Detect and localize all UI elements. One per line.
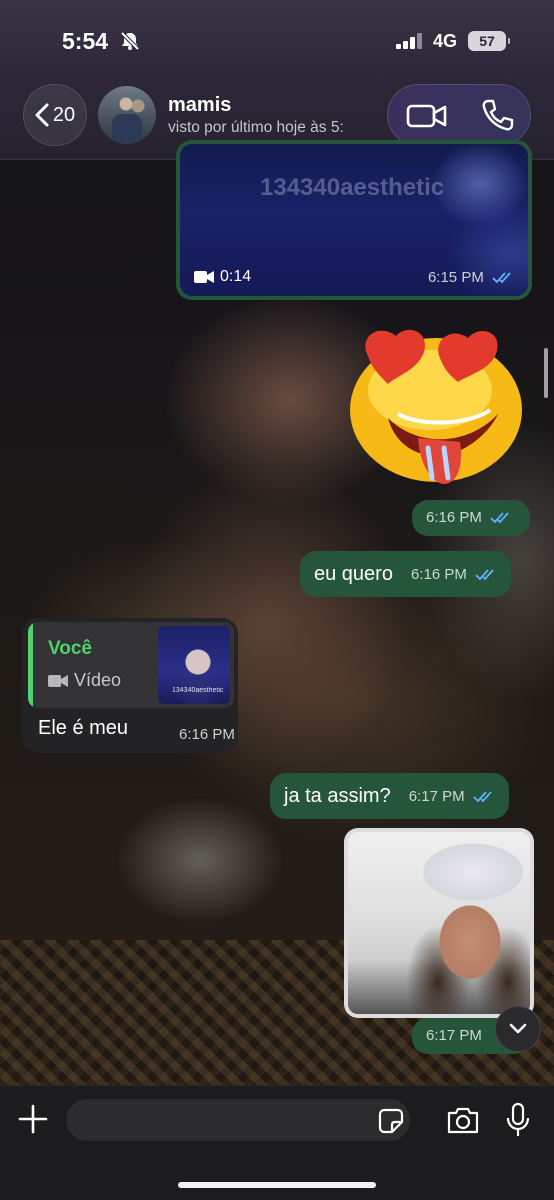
- quoted-thumbnail-watermark: 134340aesthetic: [172, 687, 224, 694]
- status-time: 5:54: [62, 28, 109, 54]
- read-ticks-icon: [473, 790, 492, 802]
- contact-avatar[interactable]: [98, 86, 156, 144]
- quoted-message[interactable]: Você Vídeo 134340aesthetic: [28, 622, 234, 708]
- call-buttons: [387, 84, 531, 146]
- video-duration: 0:14: [194, 268, 251, 286]
- quoted-author: Você: [48, 638, 93, 659]
- video-icon: [194, 271, 214, 283]
- microphone-icon[interactable]: [505, 1102, 531, 1138]
- image-photo[interactable]: [348, 832, 530, 1014]
- sticker-icon[interactable]: [378, 1108, 404, 1134]
- read-ticks-icon: [490, 512, 510, 524]
- contact-last-seen: visto por último hoje às 5:: [168, 119, 344, 136]
- chevron-down-icon: [509, 1023, 527, 1034]
- message-composer: [0, 1085, 554, 1200]
- video-duration-text: 0:14: [220, 268, 252, 285]
- message-bubble-outgoing[interactable]: ja ta assim? 6:17 PM: [270, 773, 509, 819]
- emoji-sticker[interactable]: [348, 318, 528, 490]
- message-bubble-outgoing[interactable]: eu quero 6:16 PM: [300, 551, 512, 597]
- message-time: 6:16 PM: [411, 566, 497, 583]
- scrollbar[interactable]: [544, 348, 548, 398]
- network-type: 4G: [433, 31, 458, 51]
- message-time: 6:16 PM: [179, 726, 235, 743]
- home-indicator: [178, 1182, 376, 1188]
- read-ticks-icon: [492, 272, 511, 284]
- video-camera-icon[interactable]: [406, 101, 448, 131]
- video-icon: [48, 674, 68, 687]
- video-thumbnail[interactable]: 134340aesthetic 0:14 6:15 PM: [180, 144, 528, 296]
- video-message[interactable]: 134340aesthetic 0:14 6:15 PM: [176, 140, 532, 300]
- status-bar: 5:54 4G 57: [0, 0, 554, 80]
- quoted-thumbnail: 134340aesthetic: [158, 626, 230, 704]
- scroll-to-bottom-button[interactable]: [495, 1006, 541, 1052]
- read-ticks-icon: [475, 568, 494, 580]
- camera-icon[interactable]: [446, 1105, 480, 1135]
- quoted-type: Vídeo: [48, 670, 121, 691]
- sticker-time: 6:16 PM: [412, 500, 530, 536]
- back-button[interactable]: 20: [23, 84, 87, 146]
- bell-slash-icon: [120, 32, 140, 50]
- message-text: ja ta assim?: [284, 784, 391, 807]
- message-bubble-incoming[interactable]: Você Vídeo 134340aesthetic Ele é meu 6:1…: [22, 618, 238, 753]
- message-time: 6:15 PM: [428, 269, 514, 286]
- chevron-left-icon: [35, 103, 49, 127]
- signal-icon: [396, 33, 422, 49]
- phone-icon[interactable]: [480, 98, 514, 132]
- plus-icon[interactable]: [18, 1104, 48, 1134]
- message-input[interactable]: [66, 1099, 410, 1141]
- message-text: Ele é meu: [38, 717, 129, 739]
- image-message[interactable]: [344, 828, 534, 1018]
- unread-count: 20: [52, 103, 76, 126]
- message-text: eu quero: [314, 562, 393, 585]
- contact-name[interactable]: mamis: [168, 94, 231, 117]
- video-watermark: 134340aesthetic: [260, 174, 445, 201]
- message-time: 6:17 PM: [409, 788, 495, 805]
- battery-icon: 57: [468, 31, 510, 51]
